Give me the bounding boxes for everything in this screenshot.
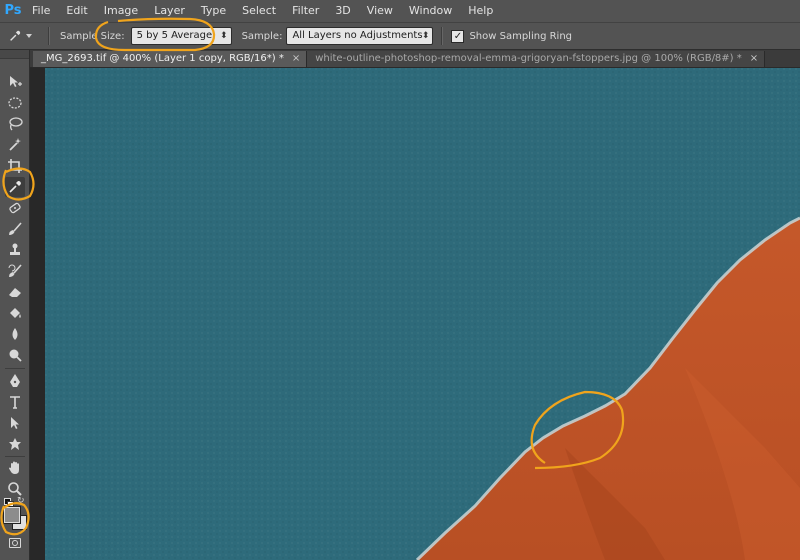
menu-type[interactable]: Type [193, 0, 234, 22]
custom-shape-icon[interactable] [5, 434, 25, 454]
spot-healing-icon[interactable] [5, 198, 25, 218]
elliptical-marquee-icon[interactable] [5, 93, 25, 113]
move-icon[interactable] [5, 72, 25, 92]
history-brush-icon[interactable] [5, 261, 25, 281]
menu-layer[interactable]: Layer [146, 0, 193, 22]
path-selection-icon[interactable] [5, 413, 25, 433]
tools-panel: ↻ [0, 50, 30, 560]
brush-icon[interactable] [5, 219, 25, 239]
document-canvas[interactable] [45, 68, 800, 560]
sample-value: All Layers no Adjustments [292, 30, 423, 41]
foreground-color-swatch[interactable] [3, 506, 21, 524]
menu-view[interactable]: View [359, 0, 401, 22]
swap-colors-icon[interactable]: ↻ [17, 496, 25, 506]
tool-preset-picker[interactable] [8, 29, 40, 43]
paint-bucket-icon[interactable] [5, 303, 25, 323]
menu-bar: Ps File Edit Image Layer Type Select Fil… [0, 0, 800, 22]
default-colors-icon[interactable] [4, 498, 14, 508]
lasso-icon[interactable] [5, 114, 25, 134]
options-divider [48, 27, 50, 45]
tools-divider [5, 368, 25, 369]
menu-3d[interactable]: 3D [327, 0, 358, 22]
tab-label: _MG_2693.tif @ 400% (Layer 1 copy, RGB/1… [41, 53, 284, 64]
sample-size-select[interactable]: 5 by 5 Average ⬍ [130, 27, 232, 45]
sample-label: Sample: [241, 30, 283, 42]
quick-mask-icon[interactable] [9, 538, 21, 548]
select-arrow-icon: ⬍ [421, 31, 430, 41]
menu-edit[interactable]: Edit [58, 0, 95, 22]
menu-file[interactable]: File [24, 0, 58, 22]
pen-icon[interactable] [5, 371, 25, 391]
document-tabs: _MG_2693.tif @ 400% (Layer 1 copy, RGB/1… [30, 50, 800, 68]
close-icon[interactable]: × [750, 51, 758, 67]
crop-icon[interactable] [5, 156, 25, 176]
eyedropper-icon [9, 181, 21, 193]
panel-grip[interactable] [0, 50, 29, 59]
pasteboard [30, 68, 45, 560]
menu-image[interactable]: Image [96, 0, 146, 22]
options-bar: Sample Size: 5 by 5 Average ⬍ Sample: Al… [0, 22, 800, 50]
sample-size-label: Sample Size: [60, 30, 125, 42]
menu-window[interactable]: Window [401, 0, 460, 22]
photoshop-logo: Ps [4, 3, 22, 18]
show-sampling-ring-checkbox[interactable]: ✓ [451, 29, 465, 43]
options-divider [441, 27, 444, 45]
tab-white-outline[interactable]: white-outline-photoshop-removal-emma-gri… [307, 51, 766, 67]
dodge-icon[interactable] [5, 345, 25, 365]
blur-icon[interactable] [5, 324, 25, 344]
hand-icon[interactable] [5, 458, 25, 478]
show-sampling-ring-label: Show Sampling Ring [469, 30, 573, 42]
sample-size-value: 5 by 5 Average [136, 30, 213, 41]
tab-label: white-outline-photoshop-removal-emma-gri… [315, 53, 742, 64]
image-content [45, 68, 800, 560]
tab-mg-2693[interactable]: _MG_2693.tif @ 400% (Layer 1 copy, RGB/1… [33, 51, 308, 67]
close-icon[interactable]: × [292, 51, 300, 67]
menu-help[interactable]: Help [460, 0, 501, 22]
select-arrow-icon: ⬍ [220, 31, 228, 41]
eyedropper-icon [10, 30, 21, 41]
tools-divider [5, 456, 25, 457]
eyedropper-tool[interactable] [5, 177, 25, 197]
quick-selection-icon[interactable] [5, 135, 25, 155]
menu-filter[interactable]: Filter [284, 0, 327, 22]
type-icon[interactable] [5, 392, 25, 412]
menu-select[interactable]: Select [234, 0, 284, 22]
chevron-down-icon [26, 34, 32, 38]
clone-stamp-icon[interactable] [5, 240, 25, 260]
sample-select[interactable]: All Layers no Adjustments ⬍ [286, 27, 434, 45]
eraser-icon[interactable] [5, 282, 25, 302]
